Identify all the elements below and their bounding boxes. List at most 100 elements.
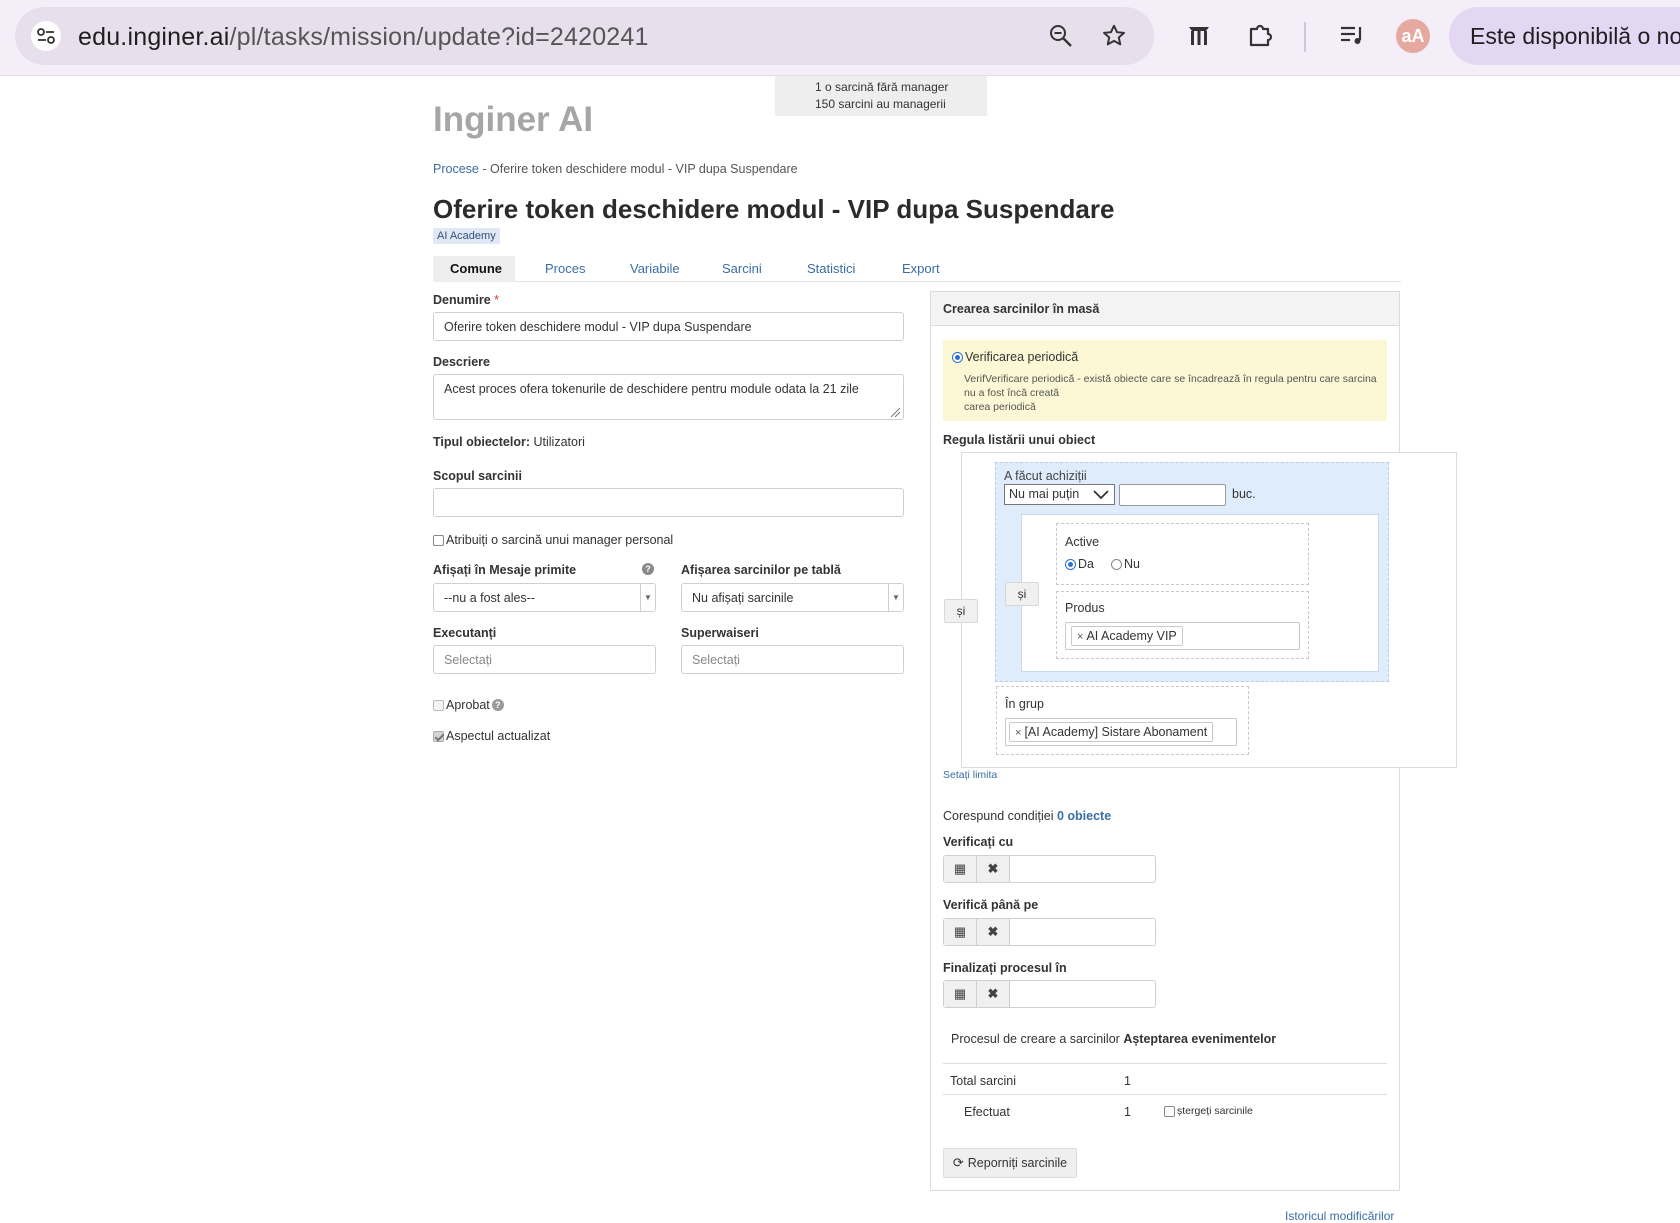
chevron-down-icon: ▼ [640,584,655,611]
assign-manager-option[interactable]: Atribuiți o sarcină unui manager persona… [433,533,673,547]
remove-chip-icon[interactable]: × [1015,727,1021,739]
purchases-quantity-input[interactable] [1119,484,1226,506]
product-condition: Produs × AI Academy VIP [1056,591,1309,659]
profile-avatar[interactable]: aA [1396,19,1430,53]
inbox-select-value: --nu a fost ales-- [444,591,536,605]
and-operator-button[interactable]: și [944,599,978,623]
active-no-radio[interactable] [1111,558,1122,570]
match-count-link[interactable]: 0 obiecte [1057,809,1111,823]
tab-bar: Comune Proces Variabile Sarcini Statisti… [433,256,1401,282]
supervisors-placeholder: Selectați [692,653,740,667]
active-yes-label: Da [1078,557,1094,571]
periodic-option[interactable]: Verificarea periodică [952,350,1078,364]
group-condition: În grup × [AI Academy] Sistare Abonament [996,686,1249,755]
site-settings-icon[interactable] [31,21,61,51]
name-input[interactable]: Oferire token deschidere modul - VIP dup… [433,312,904,341]
purchases-operator-select[interactable]: Nu mai puțin [1004,484,1115,505]
scope-input[interactable] [433,488,904,517]
address-bar[interactable]: edu.inginer.ai/pl/tasks/mission/update?i… [15,7,1154,65]
restart-tasks-button[interactable]: ⟳ Reporniți sarcinile [943,1148,1077,1178]
extensions-puzzle-icon[interactable] [1244,19,1276,51]
creation-process-text: Procesul de creare a sarcinilor [951,1032,1120,1046]
inbox-select[interactable]: --nu a fost ales-- ▼ [433,583,656,612]
task-stats-table: Total sarcini 1 Efectuat 1 ștergeți sarc… [943,1063,1387,1125]
clear-icon[interactable]: ✖ [977,856,1010,882]
description-label: Descriere [433,355,490,369]
delete-tasks-option[interactable]: ștergeți sarcinile [1164,1105,1253,1117]
update-available-banner[interactable]: Este disponibilă o no [1449,7,1680,65]
url-text[interactable]: edu.inginer.ai/pl/tasks/mission/update?i… [78,23,649,52]
delete-tasks-label: ștergeți sarcinile [1177,1105,1253,1117]
group-chip[interactable]: × [AI Academy] Sistare Abonament [1009,722,1214,742]
bookmark-star-icon[interactable] [1099,21,1129,51]
approved-checkbox[interactable] [433,699,444,711]
board-label: Afișarea sarcinilor pe tablă [681,563,841,577]
tab-export[interactable]: Export [885,256,957,282]
periodic-desc-line: VerifVerificare periodică - există obiec… [964,373,1377,385]
info-line-with-manager: 150 sarcini au managerii [815,97,946,111]
periodic-desc-line: nu a fost încă creată [964,387,1060,399]
supervisors-select[interactable]: Selectați [681,645,904,674]
remove-chip-icon[interactable]: × [1077,631,1083,643]
and-operator-button[interactable]: și [1005,582,1039,606]
check-from-date-field[interactable]: ▦ ✖ [943,855,1156,883]
description-textarea[interactable]: Acest proces ofera tokenurile de deschid… [433,374,904,420]
zoom-icon[interactable] [1046,21,1076,51]
active-yes-radio[interactable] [1065,558,1076,570]
calendar-icon[interactable]: ▦ [944,981,977,1007]
extension-icon[interactable] [1183,20,1215,52]
creation-process-value: Așteptarea evenimentelor [1123,1032,1277,1046]
total-tasks-value: 1 [1124,1074,1131,1088]
active-no-label: Nu [1124,557,1140,571]
object-type: Tipul obiectelor: Utilizatori [433,435,585,449]
page-title: Oferire token deschidere modul - VIP dup… [433,194,1115,224]
clear-icon[interactable]: ✖ [977,919,1010,945]
delete-tasks-checkbox[interactable] [1164,1105,1175,1117]
periodic-check-box: Verificarea periodică VerifVerificare pe… [943,340,1387,421]
approved-label: Aprobat [446,698,490,712]
product-multiselect[interactable]: × AI Academy VIP [1065,622,1300,650]
assign-manager-checkbox[interactable] [433,534,444,546]
updated-option[interactable]: Aspectul actualizat [433,729,550,743]
help-icon[interactable]: ? [642,563,654,575]
calendar-icon[interactable]: ▦ [944,856,977,882]
tab-sarcini[interactable]: Sarcini [705,256,779,282]
table-row: Efectuat 1 ștergeți sarcinile [943,1094,1387,1125]
product-label: Produs [1065,601,1105,615]
finish-date-field[interactable]: ▦ ✖ [943,980,1156,1008]
updated-label: Aspectul actualizat [446,729,551,743]
breadcrumb-current: Oferire token deschidere modul - VIP dup… [490,162,798,176]
help-icon[interactable]: ? [491,699,504,711]
check-until-date-field[interactable]: ▦ ✖ [943,918,1156,946]
refresh-icon: ⟳ [952,1155,964,1170]
tab-statistici[interactable]: Statistici [790,256,872,282]
clear-icon[interactable]: ✖ [977,981,1010,1007]
tab-proces[interactable]: Proces [528,256,602,282]
periodic-description: VerifVerificare periodică - există obiec… [964,372,1384,414]
group-multiselect[interactable]: × [AI Academy] Sistare Abonament [1005,718,1237,746]
done-tasks-value: 1 [1124,1105,1131,1119]
site-logo[interactable]: Inginer AI [433,100,593,140]
tab-comune[interactable]: Comune [433,256,515,282]
calendar-icon[interactable]: ▦ [944,919,977,945]
breadcrumb-root-link[interactable]: Procese [433,162,479,176]
board-select[interactable]: Nu afișați sarcinile ▼ [681,583,904,612]
product-chip[interactable]: × AI Academy VIP [1071,626,1183,646]
chevron-down-icon: ▼ [888,584,903,611]
category-tag[interactable]: AI Academy [433,228,500,244]
object-type-label: Tipul obiectelor: [433,435,530,449]
executors-select[interactable]: Selectați [433,645,656,674]
periodic-radio[interactable] [952,351,963,363]
set-limit-link[interactable]: Setați limita [943,769,997,781]
tab-variabile[interactable]: Variabile [613,256,697,282]
assign-manager-label: Atribuiți o sarcină unui manager persona… [446,533,674,547]
object-type-value: Utilizatori [533,435,585,449]
purchases-unit: buc. [1232,487,1256,501]
active-no-option[interactable]: Nu [1111,557,1140,571]
media-queue-icon[interactable] [1336,19,1368,51]
updated-checkbox[interactable] [433,730,444,742]
restart-tasks-label: Reporniți sarcinile [967,1156,1068,1170]
textarea-resize-handle[interactable] [889,406,901,418]
active-yes-option[interactable]: Da [1065,557,1094,571]
approved-option[interactable]: Aprobat ? [433,698,504,712]
